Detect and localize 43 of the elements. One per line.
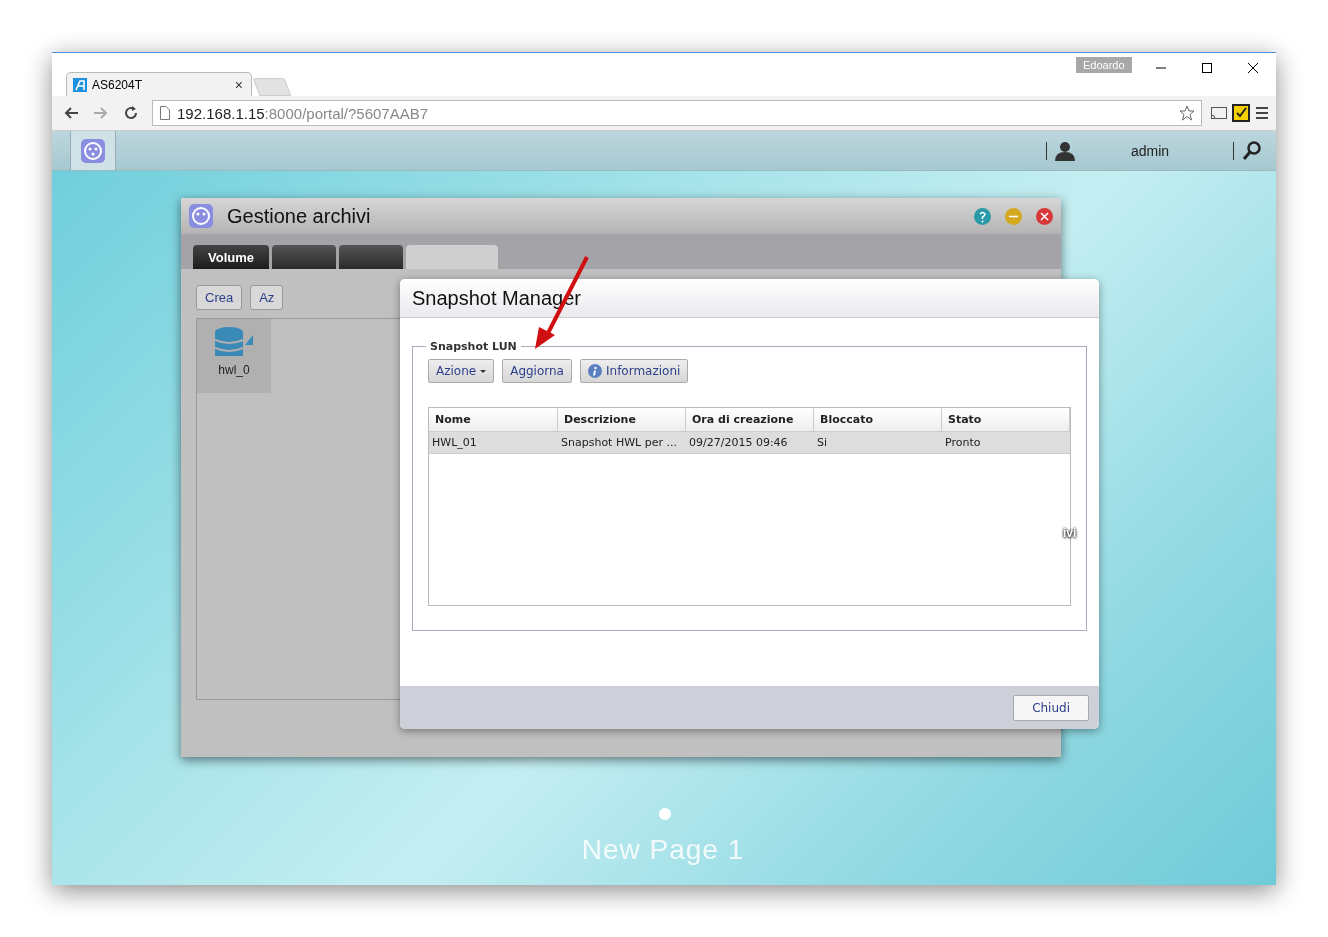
action-menu-button[interactable]: Azione: [428, 359, 495, 383]
database-icon: [215, 327, 253, 359]
group-label: Snapshot LUN: [429, 340, 518, 353]
app-launcher-icon[interactable]: [81, 138, 105, 163]
address-bar[interactable]: 192.168.1.15:8000/portal/?5607AAB7: [152, 100, 1202, 126]
volume-item[interactable]: hwl_0: [197, 319, 271, 393]
column-header[interactable]: Ora di creazione: [686, 408, 814, 431]
page-name: New Page 1: [580, 834, 746, 866]
window-tab[interactable]: Volume: [193, 245, 269, 269]
page-indicator-dot[interactable]: [659, 808, 671, 820]
extension-icon[interactable]: [1232, 104, 1250, 122]
maximize-icon[interactable]: [1202, 63, 1212, 73]
user-icon[interactable]: [1055, 140, 1075, 161]
tab-title: AS6204T: [92, 77, 144, 92]
search-icon[interactable]: [1242, 140, 1262, 161]
close-icon[interactable]: [1248, 63, 1258, 73]
page-icon: [159, 106, 171, 120]
column-header[interactable]: Stato: [942, 408, 1070, 431]
help-icon[interactable]: [974, 207, 991, 225]
column-header[interactable]: Descrizione: [558, 408, 686, 431]
toolbar-button[interactable]: Crea: [196, 285, 243, 310]
back-arrow-icon[interactable]: [63, 105, 79, 121]
info-icon: [588, 364, 602, 378]
tab-logo-icon: [73, 77, 87, 92]
close-button[interactable]: Chiudi: [1013, 694, 1089, 721]
star-icon[interactable]: [1179, 105, 1195, 121]
app-icon: [189, 204, 213, 228]
username[interactable]: admin: [1075, 142, 1225, 159]
browser-tab[interactable]: AS6204T ×: [66, 72, 252, 96]
window-title: Gestione archivi: [227, 204, 372, 228]
table-row[interactable]: HWL_01 Snapshot HWL per ... 09/27/2015 09:46 Si Pronto: [429, 432, 1070, 454]
tab-close-button[interactable]: ×: [234, 76, 243, 93]
menu-icon[interactable]: [1254, 105, 1270, 121]
column-header[interactable]: Nome: [429, 408, 558, 431]
info-button[interactable]: Informazioni: [580, 359, 689, 383]
cast-icon[interactable]: [1210, 105, 1228, 121]
app-icon-label: ivi: [1063, 526, 1077, 540]
url-text: 192.168.1.15:8000/portal/?5607AAB7: [177, 104, 430, 122]
refresh-button[interactable]: Aggiorna: [502, 359, 572, 383]
reload-icon[interactable]: [123, 105, 139, 121]
caret-icon: [480, 369, 487, 373]
toolbar-button[interactable]: Az: [250, 285, 284, 310]
column-header[interactable]: Bloccato: [814, 408, 942, 431]
